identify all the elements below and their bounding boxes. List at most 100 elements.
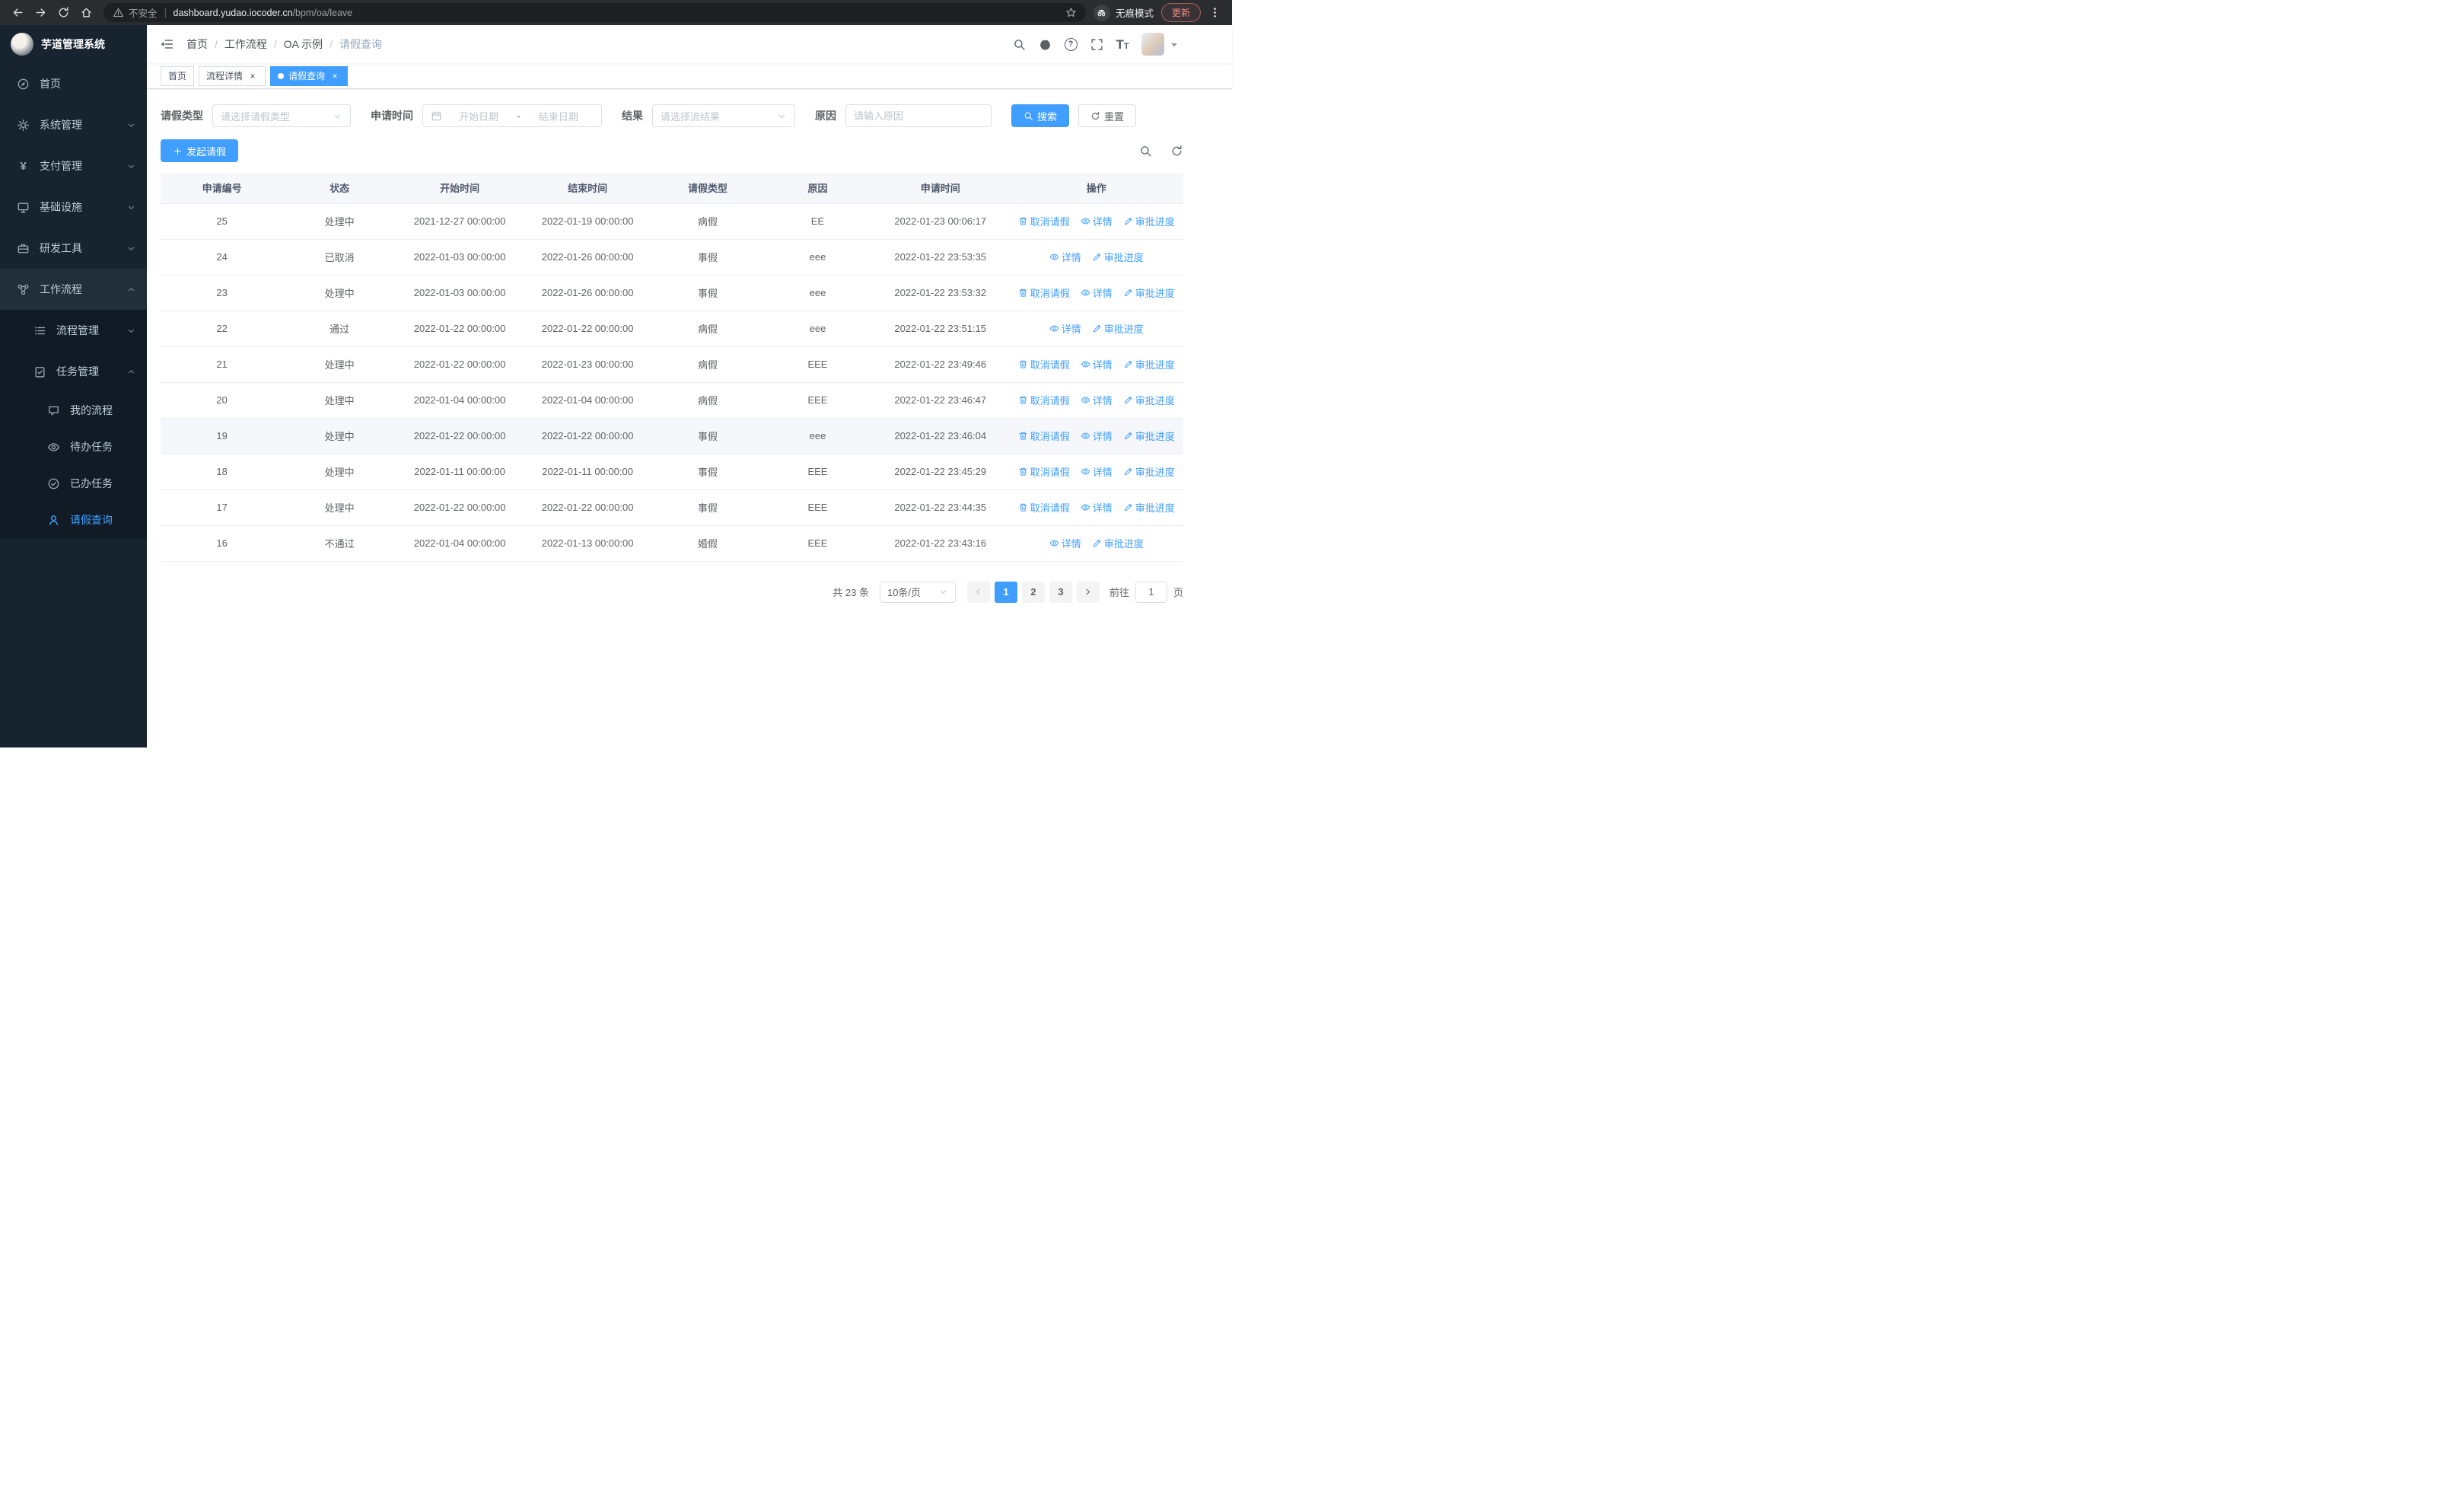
security-warning[interactable]: 不安全 <box>113 5 158 20</box>
cancel-leave-link[interactable]: 取消请假 <box>1018 464 1070 479</box>
reset-button[interactable]: 重置 <box>1078 104 1137 127</box>
sidebar-item-done-tasks[interactable]: 已办任务 <box>0 465 147 502</box>
eye-icon <box>1081 397 1090 403</box>
cell-operations: 取消请假 详情 审批进度 <box>1009 382 1183 419</box>
cell-applied: 2022-01-22 23:44:35 <box>871 489 1010 526</box>
sidebar-item-process-management[interactable]: 流程管理 <box>0 310 147 351</box>
cancel-leave-link[interactable]: 取消请假 <box>1018 393 1070 407</box>
detail-link[interactable]: 详情 <box>1049 321 1081 336</box>
tab-leave-query[interactable]: 请假查询 × <box>270 65 349 86</box>
cancel-leave-link[interactable]: 取消请假 <box>1018 500 1070 515</box>
approval-progress-link[interactable]: 审批进度 <box>1123 285 1175 300</box>
sidebar-item-my-process[interactable]: 我的流程 <box>0 392 147 429</box>
cell-operations: 取消请假 详情 审批进度 <box>1009 454 1183 490</box>
help-button[interactable]: ? <box>1058 25 1084 63</box>
header-search-button[interactable] <box>1006 25 1032 63</box>
approval-progress-link[interactable]: 审批进度 <box>1123 500 1175 515</box>
cell-applied: 2022-01-22 23:51:15 <box>871 311 1010 347</box>
detail-link[interactable]: 详情 <box>1049 536 1081 550</box>
apply-time-range-picker[interactable]: 开始日期 - 结束日期 <box>422 104 602 127</box>
approval-progress-link[interactable]: 审批进度 <box>1092 250 1144 264</box>
delete-icon <box>1019 467 1027 476</box>
detail-link[interactable]: 详情 <box>1081 464 1113 479</box>
breadcrumb-item[interactable]: 工作流程 <box>224 37 267 52</box>
close-icon[interactable]: × <box>329 71 340 81</box>
browser-reload-button[interactable] <box>53 3 73 23</box>
result-select[interactable]: 请选择流结果 <box>652 104 795 127</box>
tab-process-detail[interactable]: 流程详情 × <box>199 65 266 86</box>
sidebar-item-system[interactable]: 系统管理 <box>0 104 147 145</box>
cell-type: 事假 <box>651 275 764 311</box>
sidebar-item-label: 支付管理 <box>40 160 82 172</box>
cancel-leave-link[interactable]: 取消请假 <box>1018 214 1070 228</box>
approval-progress-link[interactable]: 审批进度 <box>1123 214 1175 228</box>
cell-reason: EE <box>763 203 872 240</box>
detail-link[interactable]: 详情 <box>1081 393 1113 407</box>
leave-type-select[interactable]: 请选择请假类型 <box>212 104 351 127</box>
sidebar-item-todo-tasks[interactable]: 待办任务 <box>0 429 147 465</box>
filter-label: 原因 <box>815 110 836 122</box>
detail-link[interactable]: 详情 <box>1081 214 1113 228</box>
goto-page-input[interactable] <box>1135 581 1167 603</box>
cancel-leave-link[interactable]: 取消请假 <box>1018 285 1070 300</box>
breadcrumb-separator: / <box>215 38 218 50</box>
approval-progress-link[interactable]: 审批进度 <box>1092 321 1144 336</box>
address-bar[interactable]: 不安全 dashboard.yudao.iocoder.cn/bpm/oa/le… <box>103 3 1086 22</box>
detail-link[interactable]: 详情 <box>1049 250 1081 264</box>
reason-input[interactable] <box>845 104 992 127</box>
browser-forward-button[interactable] <box>30 3 50 23</box>
incognito-badge[interactable]: 无痕模式 <box>1093 4 1154 21</box>
detail-link[interactable]: 详情 <box>1081 285 1113 300</box>
sidebar-collapse-button[interactable] <box>147 25 186 63</box>
github-link[interactable] <box>1032 25 1058 63</box>
approval-progress-link[interactable]: 审批进度 <box>1123 464 1175 479</box>
toggle-search-button[interactable] <box>1139 145 1152 158</box>
prev-page-button[interactable] <box>966 581 990 603</box>
detail-link[interactable]: 详情 <box>1081 429 1113 443</box>
user-avatar[interactable] <box>1141 33 1164 56</box>
browser-menu-button[interactable] <box>1205 6 1224 20</box>
refresh-icon <box>1092 111 1100 120</box>
page-button-2[interactable]: 2 <box>1021 581 1045 603</box>
breadcrumb-item[interactable]: OA 示例 <box>284 37 323 52</box>
browser-update-button[interactable]: 更新 <box>1160 3 1201 22</box>
detail-link[interactable]: 详情 <box>1081 357 1113 371</box>
yen-icon: ¥ <box>20 159 27 173</box>
eye-icon <box>1081 218 1090 225</box>
approval-progress-link[interactable]: 审批进度 <box>1123 357 1175 371</box>
font-size-button[interactable]: TT <box>1109 25 1135 63</box>
detail-link[interactable]: 详情 <box>1081 500 1113 515</box>
page-button-1[interactable]: 1 <box>994 581 1017 603</box>
sidebar-item-leave-query[interactable]: 请假查询 <box>0 502 147 538</box>
browser-back-button[interactable] <box>8 3 27 23</box>
bookmark-star-button[interactable] <box>1065 7 1077 18</box>
sidebar-item-workflow[interactable]: 工作流程 <box>0 269 147 310</box>
create-leave-button[interactable]: 发起请假 <box>161 139 239 162</box>
fullscreen-button[interactable] <box>1084 25 1109 63</box>
next-page-button[interactable] <box>1076 581 1100 603</box>
page-size-select[interactable]: 10条/页 <box>879 581 956 603</box>
close-icon[interactable]: × <box>247 71 258 81</box>
column-header: 请假类型 <box>651 173 764 204</box>
tab-home[interactable]: 首页 <box>161 65 195 86</box>
sidebar-item-payment[interactable]: ¥ 支付管理 <box>0 145 147 186</box>
breadcrumb: 首页 / 工作流程 / OA 示例 / 请假查询 <box>186 37 382 52</box>
breadcrumb-item[interactable]: 首页 <box>186 37 208 52</box>
sidebar-item-infrastructure[interactable]: 基础设施 <box>0 186 147 228</box>
cancel-leave-link[interactable]: 取消请假 <box>1018 429 1070 443</box>
approval-progress-link[interactable]: 审批进度 <box>1123 393 1175 407</box>
cancel-leave-link[interactable]: 取消请假 <box>1018 357 1070 371</box>
approval-progress-link[interactable]: 审批进度 <box>1092 536 1144 550</box>
avatar-dropdown-caret-icon[interactable] <box>1171 43 1177 49</box>
page-button-3[interactable]: 3 <box>1049 581 1072 603</box>
sidebar-item-task-management[interactable]: 任务管理 <box>0 351 147 392</box>
browser-home-button[interactable] <box>76 3 96 23</box>
search-button[interactable]: 搜索 <box>1011 104 1070 127</box>
sidebar-item-home[interactable]: 首页 <box>0 63 147 104</box>
app-logo[interactable]: 芋道管理系统 <box>0 25 147 63</box>
sidebar-item-label: 我的流程 <box>70 404 113 416</box>
sidebar-item-devtools[interactable]: 研发工具 <box>0 228 147 269</box>
cell-start: 2022-01-04 00:00:00 <box>396 525 524 562</box>
refresh-table-button[interactable] <box>1170 145 1183 158</box>
approval-progress-link[interactable]: 审批进度 <box>1123 429 1175 443</box>
